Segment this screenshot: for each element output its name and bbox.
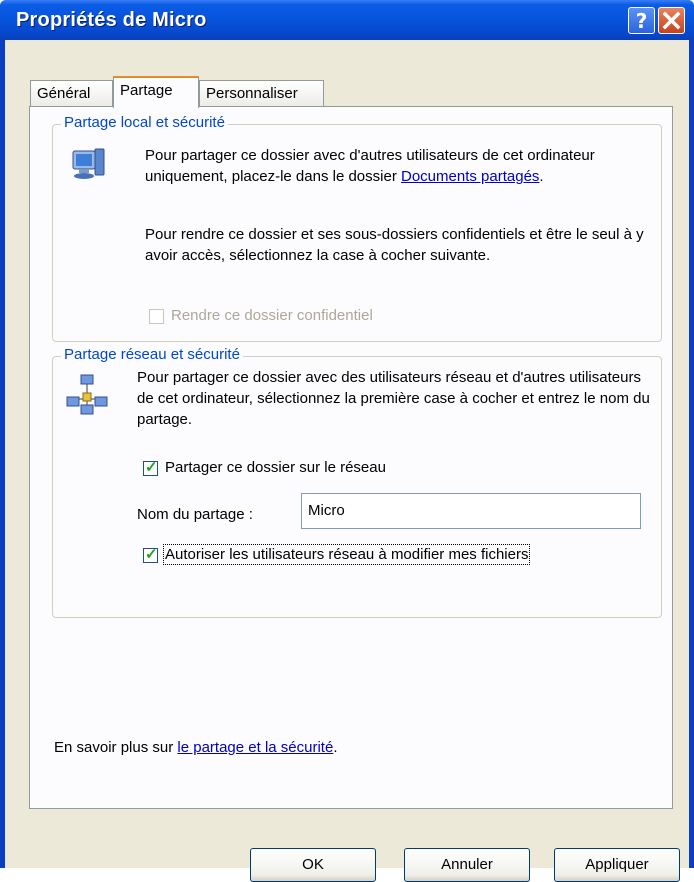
svg-text:?: ? [636,9,648,33]
help-button[interactable]: ? [628,7,655,34]
local-group-title: Partage local et sécurité [61,114,228,131]
tab-panel: Partage local et sécurité Pour partager … [29,106,673,809]
network-description: Pour partager ce dossier avec des utilis… [137,369,650,428]
help-icon: ? [636,9,648,33]
share-name-input[interactable]: Micro [301,493,641,529]
tab-partage[interactable]: Partage [113,76,199,108]
network-sharing-group: Partage réseau et sécurité Pour partager… [52,346,662,618]
dialog-body: Général Partage Personnaliser Partage lo… [5,40,689,882]
computer-icon [72,148,105,179]
title-bar[interactable]: Propriétés de Micro ? [0,0,694,40]
tab-general[interactable]: Général [30,80,113,107]
share-name-label: Nom du partage : [137,506,253,523]
network-group-title: Partage réseau et sécurité [61,346,243,363]
local-sharing-group: Partage local et sécurité Pour partager … [52,114,662,342]
apply-button[interactable]: Appliquer [554,848,680,882]
window-title: Propriétés de Micro [16,9,207,31]
close-icon [662,11,681,30]
private-checkbox[interactable] [149,309,164,324]
private-checkbox-label: Rendre ce dossier confidentiel [171,307,373,324]
close-button[interactable] [658,7,685,34]
modify-checkbox[interactable]: ✓ [143,546,158,563]
sharing-security-link[interactable]: le partage et la sécurité [177,739,333,756]
dialog-window: Propriétés de Micro ? Général Partage Pe… [0,0,694,882]
learn-more-text: En savoir plus sur le partage et la sécu… [54,739,338,756]
ok-button[interactable]: OK [250,848,376,882]
cancel-button[interactable]: Annuler [404,848,530,882]
tab-personnaliser[interactable]: Personnaliser [199,80,324,107]
network-icon [66,374,108,415]
documents-partages-link[interactable]: Documents partagés [401,168,539,185]
share-checkbox[interactable]: ✓ [143,459,158,476]
local-private-description: Pour rendre ce dossier et ses sous-dossi… [145,226,644,264]
share-checkbox-label: Partager ce dossier sur le réseau [165,459,386,476]
modify-checkbox-label: Autoriser les utilisateurs réseau à modi… [162,544,531,565]
local-description: Pour partager ce dossier avec d'autres u… [145,147,595,185]
